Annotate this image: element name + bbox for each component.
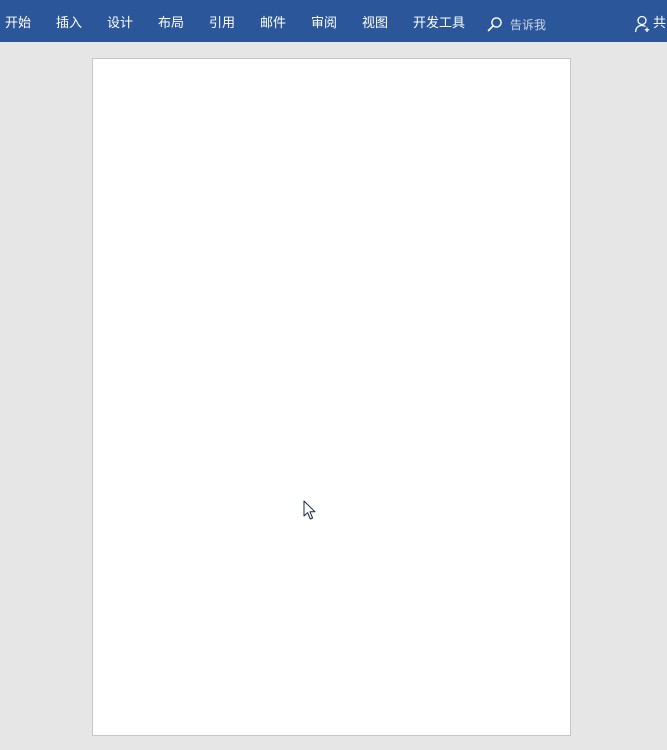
mouse-pointer-icon xyxy=(303,500,316,520)
tab-view[interactable]: 视图 xyxy=(362,0,388,42)
tab-layout[interactable]: 布局 xyxy=(158,0,184,42)
search-icon xyxy=(487,17,502,32)
document-page[interactable] xyxy=(92,58,571,736)
tab-mailings[interactable]: 邮件 xyxy=(260,0,286,42)
tab-developer[interactable]: 开发工具 xyxy=(413,0,465,42)
user-icon xyxy=(634,15,650,33)
tab-references[interactable]: 引用 xyxy=(209,0,235,42)
tab-review[interactable]: 审阅 xyxy=(311,0,337,42)
tab-insert[interactable]: 插入 xyxy=(56,0,82,42)
ribbon-tab-bar: 开始 插入 设计 布局 引用 邮件 审阅 视图 开发工具 告诉我 共 xyxy=(0,0,667,42)
tab-home[interactable]: 开始 xyxy=(5,0,31,42)
tab-design[interactable]: 设计 xyxy=(107,0,133,42)
share-label: 共 xyxy=(653,16,667,31)
